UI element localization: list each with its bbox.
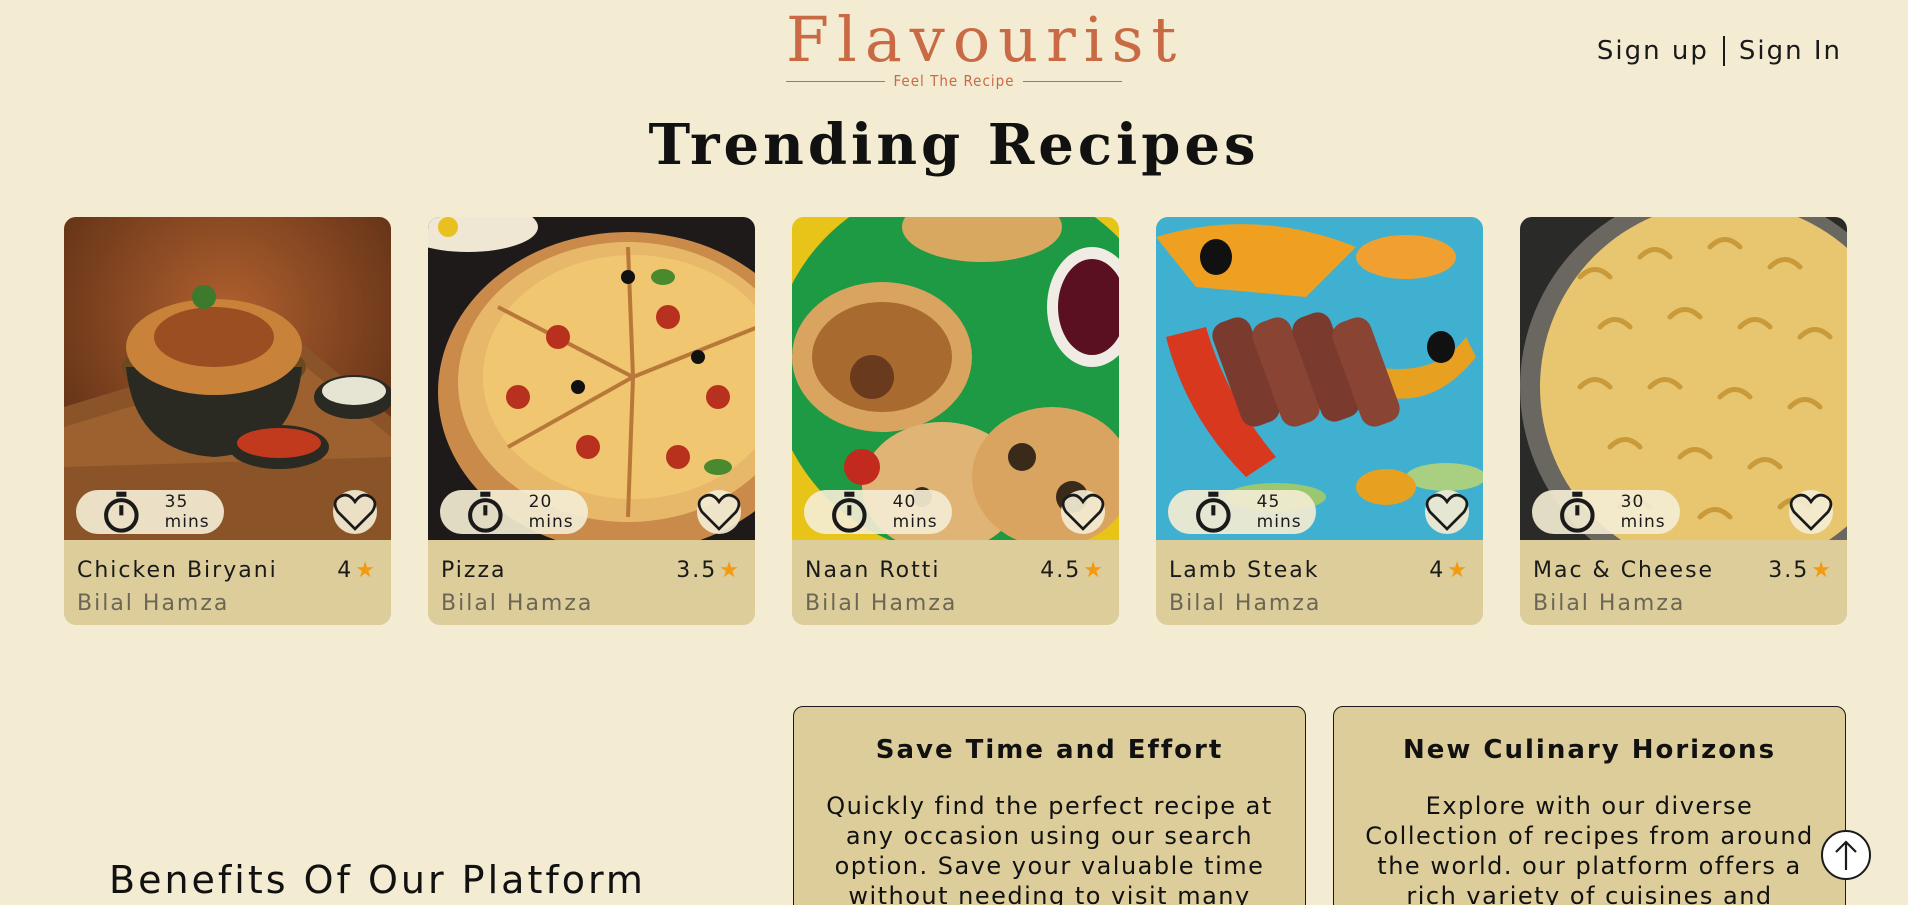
star-icon: ★ <box>719 558 741 583</box>
benefit-card: Save Time and Effort Quickly find the pe… <box>793 706 1306 905</box>
auth-divider <box>1722 36 1725 66</box>
recipe-name[interactable]: Pizza <box>441 558 506 583</box>
scroll-to-top-button[interactable] <box>1821 830 1871 880</box>
recipe-rating: 4 ★ <box>1429 558 1469 583</box>
timer-icon <box>1560 491 1595 533</box>
star-icon: ★ <box>1083 558 1105 583</box>
cook-time: 35 mins <box>164 492 210 532</box>
rating-value: 4 <box>1429 558 1446 583</box>
benefit-text: Explore with our diverse Collection of r… <box>1365 792 1814 905</box>
logo-tagline: Feel The Recipe <box>893 72 1015 90</box>
cook-time-badge: 30 mins <box>1532 490 1680 534</box>
logo-line-right <box>1022 80 1122 82</box>
recipe-card[interactable]: 20 mins Pizza 3.5 ★ Bilal Hamza <box>428 217 755 625</box>
recipe-name[interactable]: Lamb Steak <box>1169 558 1319 583</box>
benefit-heading: Save Time and Effort <box>875 735 1224 765</box>
favorite-button[interactable] <box>697 490 741 534</box>
favorite-button[interactable] <box>1061 490 1105 534</box>
cook-time: 45 mins <box>1256 492 1302 532</box>
heart-icon <box>333 493 377 531</box>
logo-line-left <box>786 80 886 82</box>
heart-icon <box>1061 493 1105 531</box>
benefit-heading: New Culinary Horizons <box>1402 735 1777 765</box>
recipe-author: Bilal Hamza <box>805 591 958 616</box>
trending-cards: 35 mins Chicken Biryani 4★ Bilal Hamza <box>64 217 1847 625</box>
recipe-rating: 4.5 ★ <box>1040 558 1105 583</box>
favorite-button[interactable] <box>333 490 377 534</box>
favorite-button[interactable] <box>1789 490 1833 534</box>
rating-value: 3.5 <box>1768 558 1810 583</box>
timer-icon <box>1196 491 1231 533</box>
recipe-rating: 3.5 ★ <box>676 558 741 583</box>
timer-icon <box>104 491 139 533</box>
recipe-name[interactable]: Naan Rotti <box>805 558 940 583</box>
auth-links: Sign up Sign In <box>1597 36 1842 66</box>
rating-value: 3.5 <box>676 558 718 583</box>
heart-icon <box>1789 493 1833 531</box>
recipe-card[interactable]: 45 mins Lamb Steak 4 ★ Bilal Hamza <box>1156 217 1483 625</box>
recipe-name[interactable]: Chicken Biryani <box>77 558 278 583</box>
recipe-image: 20 mins <box>428 217 755 540</box>
cook-time-badge: 20 mins <box>440 490 588 534</box>
cook-time: 40 mins <box>892 492 938 532</box>
recipe-card[interactable]: 40 mins Naan Rotti 4.5 ★ Bilal Hamza <box>792 217 1119 625</box>
recipe-image: 30 mins <box>1520 217 1847 540</box>
cook-time-badge: 35 mins <box>76 490 224 534</box>
recipe-rating: 3.5 ★ <box>1768 558 1833 583</box>
cook-time: 30 mins <box>1620 492 1666 532</box>
timer-icon <box>832 491 867 533</box>
rating-value: 4.5 <box>1040 558 1082 583</box>
recipe-image: 45 mins <box>1156 217 1483 540</box>
sign-up-link[interactable]: Sign up <box>1597 36 1709 66</box>
heart-icon <box>1425 493 1469 531</box>
trending-title: Trending Recipes <box>648 112 1260 178</box>
recipe-author: Bilal Hamza <box>1533 591 1686 616</box>
recipe-author: Bilal Hamza <box>1169 591 1322 616</box>
recipe-image: 40 mins <box>792 217 1119 540</box>
recipe-card[interactable]: 30 mins Mac & Cheese 3.5 ★ Bilal Hamza <box>1520 217 1847 625</box>
recipe-name[interactable]: Mac & Cheese <box>1533 558 1714 583</box>
recipe-card[interactable]: 35 mins Chicken Biryani 4 ★ Bilal Hamza <box>64 217 391 625</box>
recipe-rating: 4 ★ <box>337 558 377 583</box>
benefit-text: Quickly find the perfect recipe at any o… <box>826 792 1273 905</box>
star-icon: ★ <box>355 558 377 583</box>
cook-time-badge: 40 mins <box>804 490 952 534</box>
heart-icon <box>697 493 741 531</box>
recipe-author: Bilal Hamza <box>77 591 230 616</box>
logo-title: Flavourist <box>786 3 1185 76</box>
timer-icon <box>468 491 503 533</box>
rating-value: 4 <box>337 558 354 583</box>
cook-time: 20 mins <box>528 492 574 532</box>
star-icon: ★ <box>1811 558 1833 583</box>
sign-in-link[interactable]: Sign In <box>1739 36 1842 66</box>
favorite-button[interactable] <box>1425 490 1469 534</box>
benefits-title: Benefits Of Our Platform <box>109 858 646 902</box>
cook-time-badge: 45 mins <box>1168 490 1316 534</box>
recipe-image: 35 mins <box>64 217 391 540</box>
benefit-card: New Culinary Horizons Explore with our d… <box>1333 706 1846 905</box>
recipe-author: Bilal Hamza <box>441 591 594 616</box>
logo[interactable]: Flavourist Feel The Recipe <box>786 3 1185 90</box>
arrow-up-icon <box>1835 840 1857 870</box>
star-icon: ★ <box>1447 558 1469 583</box>
